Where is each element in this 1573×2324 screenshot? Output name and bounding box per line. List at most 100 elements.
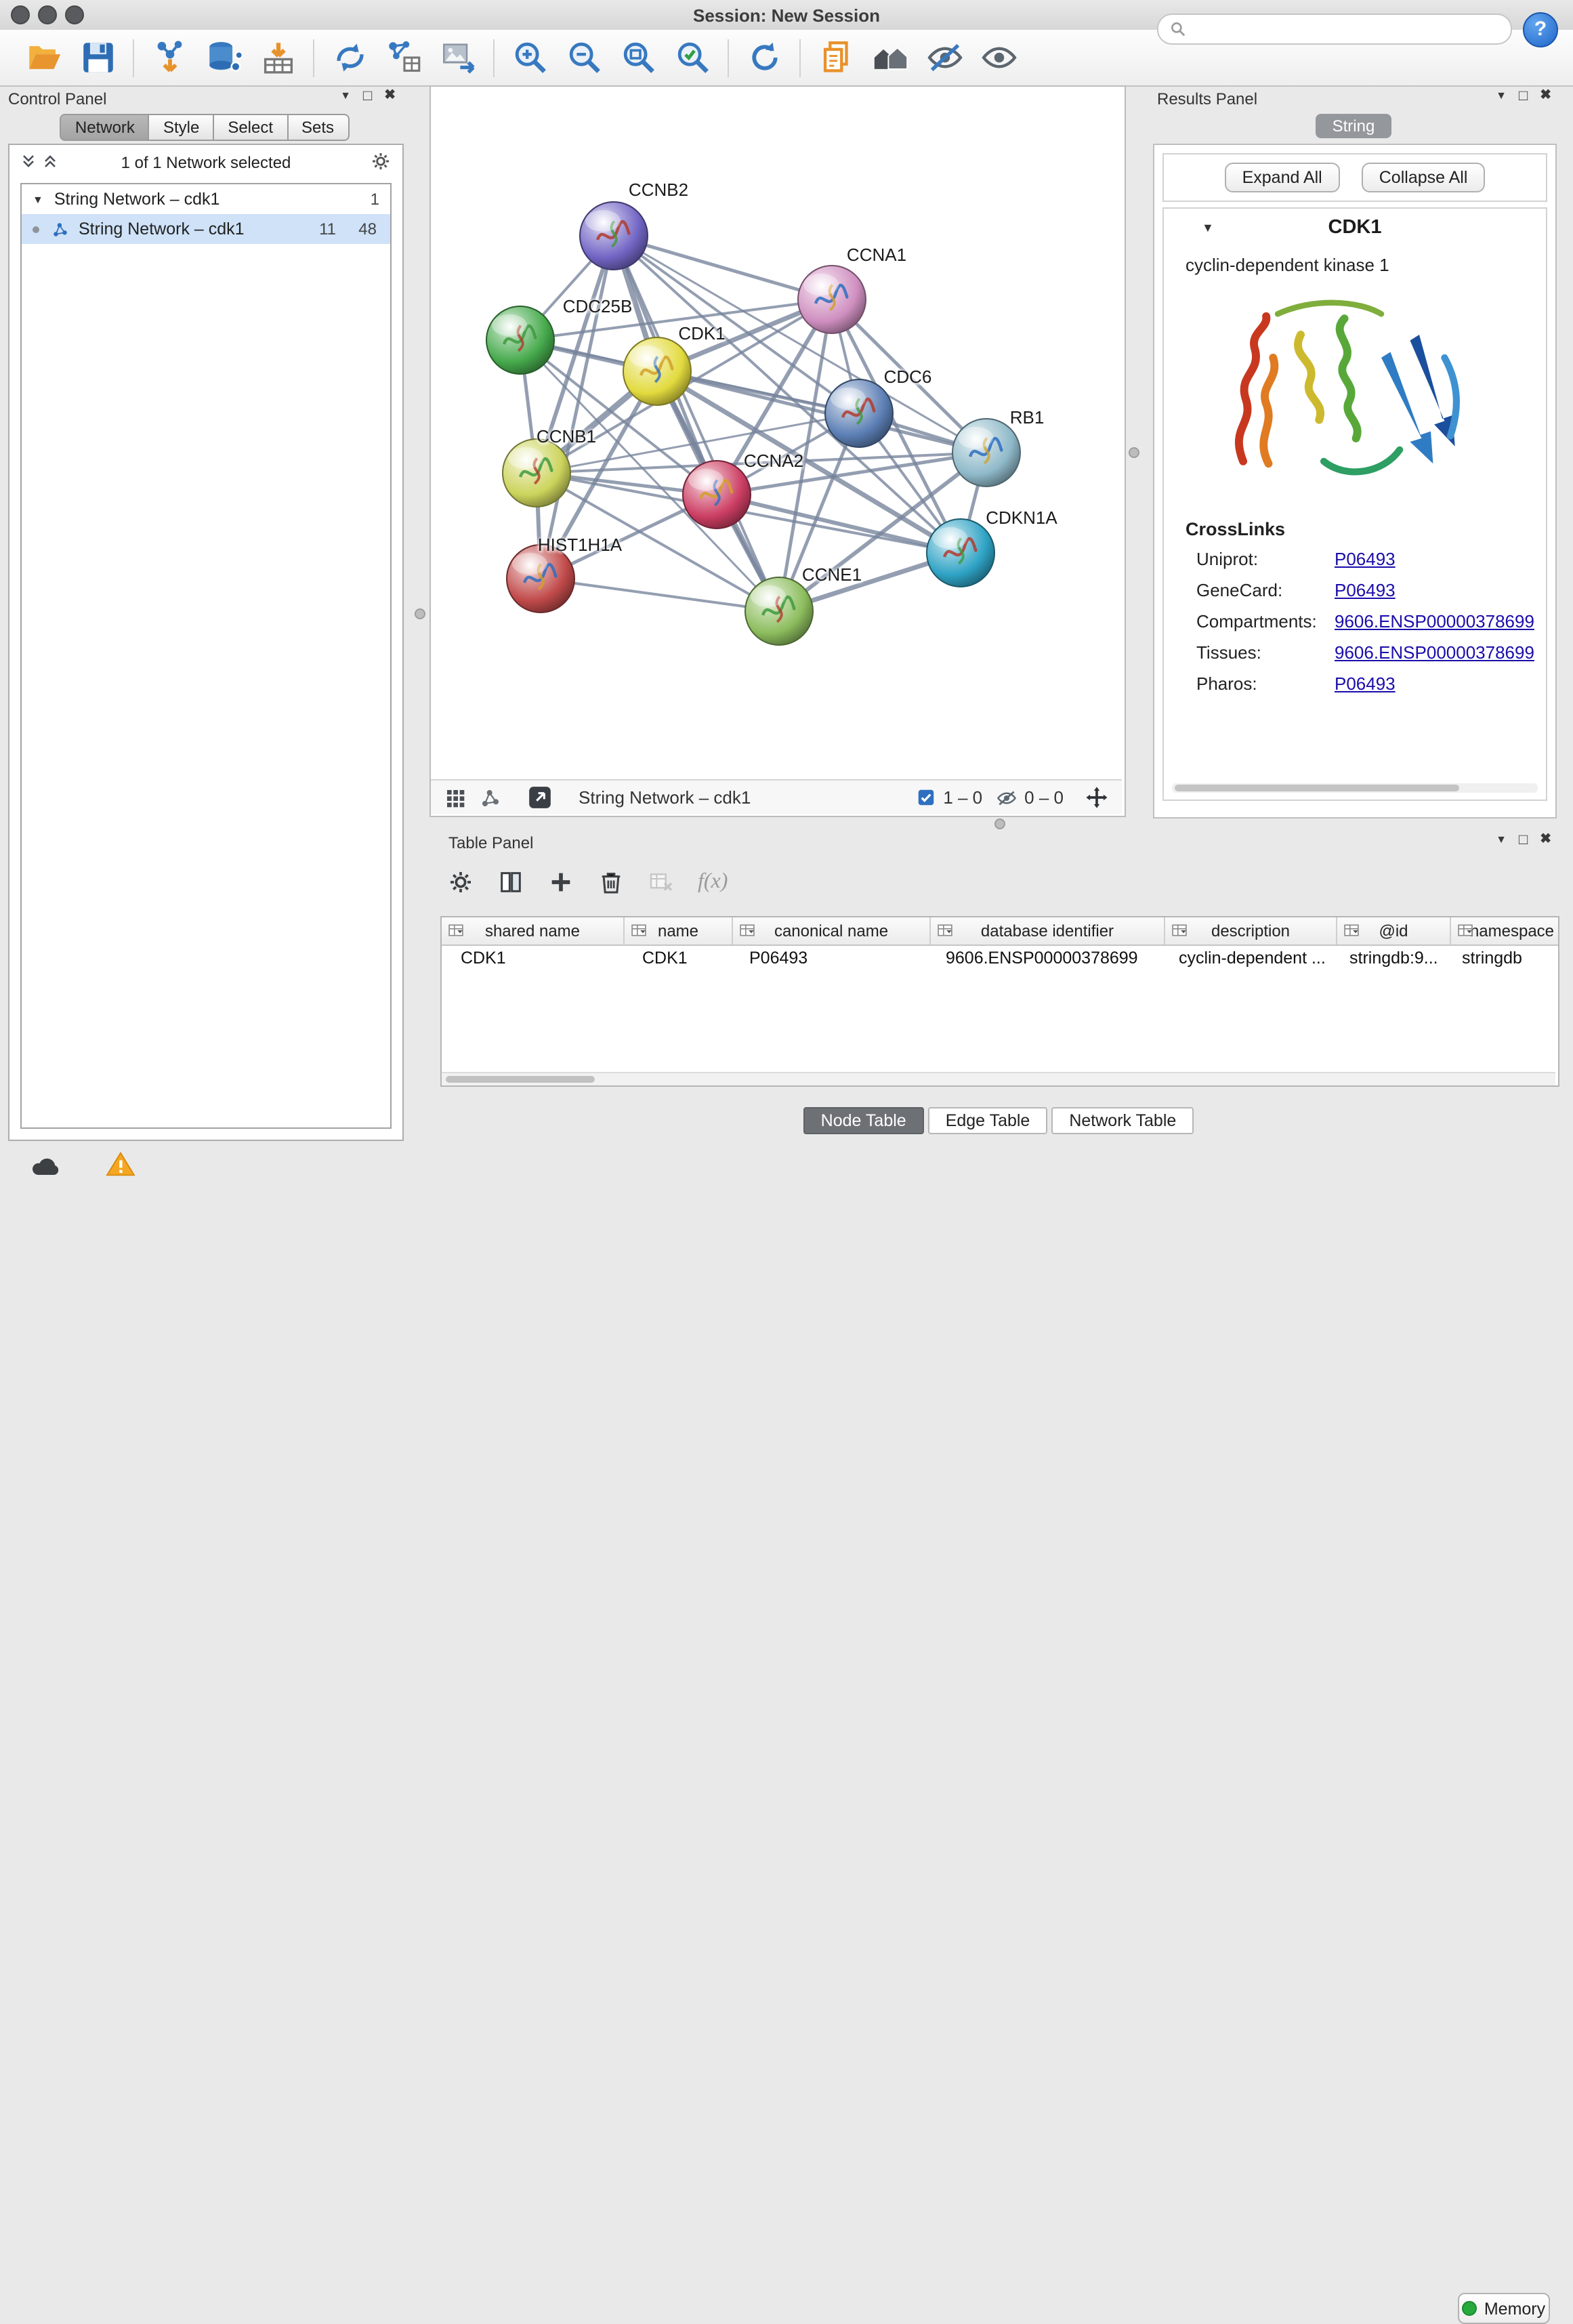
network-canvas[interactable]: CCNB2CCNA1CDC25BCDK1CDC6RB1CCNB1CCNA2CDK… [431,87,1122,779]
import-network-database-button[interactable] [198,35,249,81]
network-edge[interactable] [541,579,779,611]
help-button[interactable]: ? [1523,12,1558,47]
tab-style[interactable]: Style [150,114,214,141]
table-cell[interactable]: stringdb [1443,945,1559,972]
table-cell[interactable]: stringdb:9... [1330,945,1443,972]
tab-node-table[interactable]: Node Table [803,1107,924,1134]
detach-view-button[interactable] [527,785,553,810]
network-node-CDK1[interactable] [623,337,691,405]
import-network-file-button[interactable] [144,35,195,81]
pan-crosshair-icon[interactable] [1085,786,1108,809]
tab-network-table[interactable]: Network Table [1051,1107,1194,1134]
crosslink-link[interactable]: P06493 [1335,673,1396,694]
tab-edge-table[interactable]: Edge Table [928,1107,1048,1134]
network-edge[interactable] [614,236,779,611]
collection-label: String Network – cdk1 [54,190,220,209]
export-image-button[interactable] [432,35,484,81]
selected-checkbox-icon[interactable] [916,787,936,808]
copy-document-button[interactable] [810,35,862,81]
results-tab-string[interactable]: String [1316,114,1391,138]
delete-column-trash-icon[interactable] [597,869,625,896]
network-from-table-button[interactable] [378,35,429,81]
results-hscrollbar-thumb[interactable] [1175,785,1459,791]
network-node-CCNA2[interactable] [683,461,751,528]
left-splitter-handle[interactable] [415,608,425,619]
collapse-all-button[interactable]: Collapse All [1362,163,1486,192]
bottom-splitter-handle[interactable] [994,818,1005,829]
hide-selected-button[interactable] [919,35,970,81]
search-input[interactable] [1194,18,1511,40]
refresh-button[interactable] [738,35,790,81]
tab-select[interactable]: Select [214,114,288,141]
network-collection-row[interactable]: ▼ String Network – cdk1 1 [22,184,390,214]
column-header-description[interactable]: description [1165,917,1337,945]
add-column-plus-icon[interactable] [547,869,574,896]
network-node-CDC25B[interactable] [486,306,554,374]
network-node-RB1[interactable] [952,419,1020,486]
zoom-out-button[interactable] [558,35,610,81]
close-panel-icon[interactable]: ✖ [1540,88,1551,104]
network-node-CCNB2[interactable] [580,202,648,270]
zoom-selected-button[interactable] [667,35,718,81]
table-cell[interactable]: cyclin-dependent ... [1160,945,1330,972]
table-cell[interactable]: 9606.ENSP00000378699 [927,945,1160,972]
show-all-button[interactable] [973,35,1024,81]
clone-network-button[interactable] [324,35,375,81]
network-node-HIST1H1A[interactable] [507,545,574,613]
table-hscrollbar-thumb[interactable] [446,1075,595,1082]
close-panel-icon[interactable]: ✖ [1540,832,1551,848]
zoom-fit-button[interactable] [612,35,664,81]
close-panel-icon[interactable]: ✖ [384,88,396,104]
network-node-CCNE1[interactable] [745,577,813,645]
first-neighbors-button[interactable] [864,35,916,81]
column-header-shared-name[interactable]: shared name [442,917,625,945]
panel-menu-icon[interactable]: ▼ [1496,88,1507,104]
float-panel-icon[interactable]: □ [363,88,372,104]
memory-button[interactable]: Memory [1458,2293,1550,2324]
network-node-CCNA1[interactable] [798,266,866,333]
function-builder-button[interactable]: f(x) [698,870,728,894]
crosslink-link[interactable]: P06493 [1335,549,1396,569]
import-table-button[interactable] [252,35,303,81]
table-settings-gear-icon[interactable] [447,869,474,896]
panel-menu-icon[interactable]: ▼ [340,88,351,104]
application-window: Session: New Session ? Control Panel ▼ □… [0,0,1573,1188]
column-header-@id[interactable]: @id [1337,917,1451,945]
cloud-icon[interactable] [30,1153,62,1178]
crosslink-link[interactable]: 9606.ENSP00000378699 [1335,611,1534,631]
network-node-CDC6[interactable] [825,379,893,447]
expand-all-button[interactable]: Expand All [1225,163,1340,192]
save-session-button[interactable] [72,35,123,81]
warning-icon[interactable] [106,1150,135,1178]
crosslink-link[interactable]: P06493 [1335,580,1396,600]
column-header-canonical-name[interactable]: canonical name [733,917,931,945]
column-header-name[interactable]: name [625,917,733,945]
hidden-eye-slash-icon[interactable] [996,787,1018,808]
network-edge[interactable] [657,371,986,453]
table-cell[interactable]: CDK1 [623,945,730,972]
network-overview-icon[interactable] [480,787,501,808]
column-header-namespace[interactable]: namespace [1451,917,1559,945]
show-columns-icon[interactable] [497,869,524,896]
open-folder-button[interactable] [18,35,69,81]
table-cell[interactable]: CDK1 [442,945,623,972]
tab-network[interactable]: Network [60,114,150,141]
table-cell[interactable]: P06493 [730,945,927,972]
network-row[interactable]: String Network – cdk1 11 48 [22,214,390,244]
disclosure-triangle-icon[interactable]: ▼ [33,193,43,205]
right-splitter-handle[interactable] [1129,447,1139,458]
zoom-in-button[interactable] [504,35,555,81]
table-row[interactable]: CDK1CDK1P064939606.ENSP00000378699cyclin… [442,945,1559,972]
crosslink-link[interactable]: 9606.ENSP00000378699 [1335,642,1534,663]
tab-sets[interactable]: Sets [288,114,349,141]
column-header-database-identifier[interactable]: database identifier [931,917,1165,945]
gear-icon[interactable] [370,150,392,172]
network-edge[interactable] [541,236,614,579]
network-node-CCNB1[interactable] [503,439,570,507]
float-panel-icon[interactable]: □ [1519,88,1528,104]
float-panel-icon[interactable]: □ [1519,832,1528,848]
network-node-CDKN1A[interactable] [927,519,994,587]
grid-view-icon[interactable] [444,787,466,808]
panel-menu-icon[interactable]: ▼ [1496,832,1507,848]
search-box[interactable] [1157,14,1512,45]
